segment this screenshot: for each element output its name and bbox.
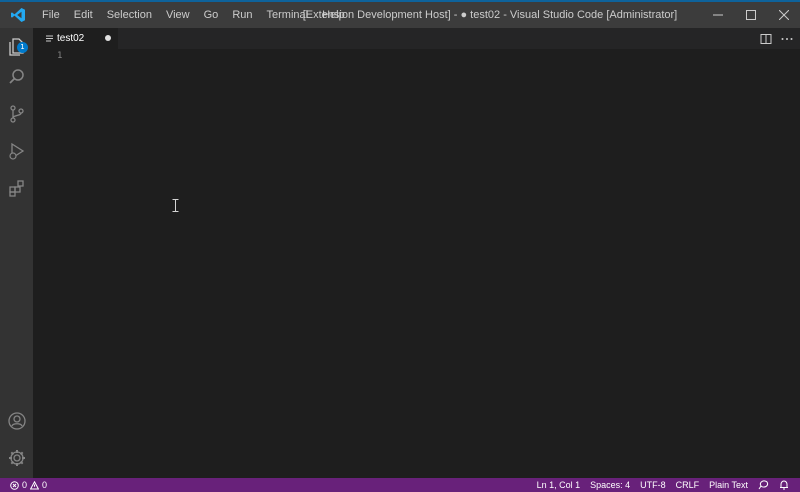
plain-text-file-icon (46, 35, 53, 42)
run-debug-icon (8, 142, 24, 160)
cursor-position[interactable]: Ln 1, Col 1 (532, 480, 586, 490)
indentation[interactable]: Spaces: 4 (585, 480, 635, 490)
vscode-logo-icon[interactable] (0, 2, 35, 28)
menu-go[interactable]: Go (197, 2, 226, 28)
error-icon (10, 480, 19, 490)
unsaved-dot-icon[interactable] (105, 35, 111, 41)
menu-run[interactable]: Run (225, 2, 259, 28)
editor-actions (760, 28, 794, 49)
more-actions-icon[interactable] (780, 33, 794, 45)
search-icon (8, 69, 24, 84)
source-control-button[interactable] (0, 96, 33, 132)
extensions-icon (8, 180, 24, 197)
notifications-button[interactable] (774, 480, 794, 490)
activity-bar: 1 (0, 28, 33, 478)
encoding[interactable]: UTF-8 (635, 480, 671, 490)
bell-icon (780, 480, 788, 490)
feedback-icon (758, 480, 769, 490)
settings-gear-icon (8, 450, 25, 466)
close-icon (778, 10, 789, 20)
menu-edit[interactable]: Edit (67, 2, 100, 28)
window-title: [Extension Development Host] - ● test02 … (302, 9, 678, 21)
source-control-icon (9, 105, 24, 123)
search-button[interactable] (0, 59, 33, 95)
editor-area[interactable]: 1 (33, 49, 800, 478)
editor-tab-bar: test02 (33, 28, 800, 49)
language-mode[interactable]: Plain Text (704, 480, 753, 490)
maximize-button[interactable] (734, 2, 767, 28)
status-right-group: Ln 1, Col 1 Spaces: 4 UTF-8 CRLF Plain T… (532, 478, 794, 492)
warning-icon (30, 480, 40, 489)
minimize-button[interactable] (701, 2, 734, 28)
manage-button[interactable] (0, 440, 33, 476)
title-bar: File Edit Selection View Go Run Terminal… (0, 0, 800, 28)
problems-status[interactable]: 0 0 (10, 478, 47, 492)
feedback-button[interactable] (753, 480, 774, 490)
text-cursor-icon (172, 199, 179, 212)
tab-label: test02 (57, 33, 85, 44)
run-debug-button[interactable] (0, 133, 33, 169)
status-bar: 0 0 Ln 1, Col 1 Spaces: 4 UTF-8 CRLF Pla… (0, 478, 800, 492)
menu-selection[interactable]: Selection (100, 2, 159, 28)
maximize-icon (745, 10, 756, 20)
explorer-badge: 1 (17, 42, 28, 53)
account-icon (7, 412, 26, 430)
warning-count: 0 (42, 480, 48, 490)
menu-file[interactable]: File (35, 2, 67, 28)
window-controls (701, 2, 800, 28)
error-count: 0 (22, 480, 28, 490)
split-editor-icon[interactable] (760, 33, 772, 45)
line-number: 1 (57, 51, 63, 61)
menu-view[interactable]: View (159, 2, 197, 28)
close-button[interactable] (767, 2, 800, 28)
accounts-button[interactable] (0, 403, 33, 439)
minimize-icon (712, 14, 723, 16)
end-of-line[interactable]: CRLF (671, 480, 705, 490)
extensions-button[interactable] (0, 170, 33, 206)
tab-test02[interactable]: test02 (33, 28, 118, 49)
